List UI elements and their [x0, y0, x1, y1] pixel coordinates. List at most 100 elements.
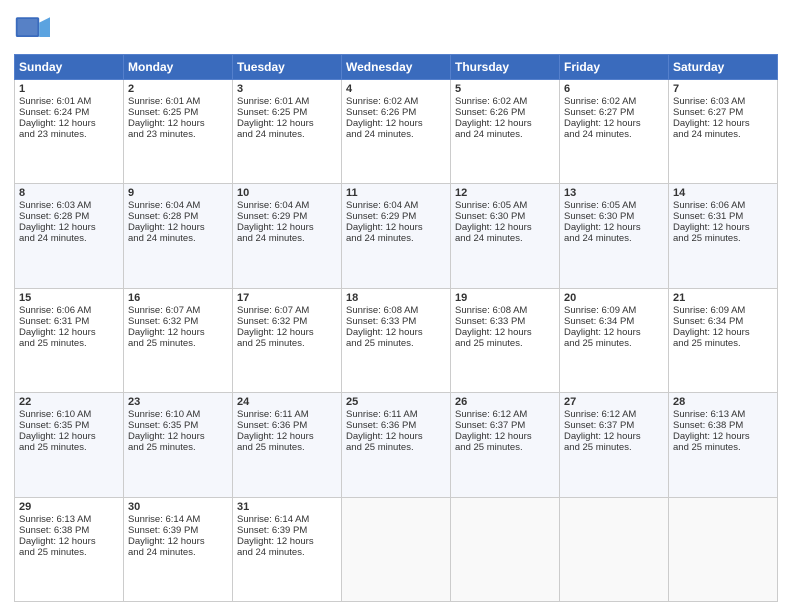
day-info-line: and 25 minutes.	[19, 442, 119, 453]
calendar-week-row: 15Sunrise: 6:06 AMSunset: 6:31 PMDayligh…	[15, 288, 778, 392]
day-info-line: Sunrise: 6:04 AM	[346, 200, 446, 211]
day-info-line: and 25 minutes.	[346, 338, 446, 349]
day-number: 24	[237, 396, 337, 408]
calendar-day-cell	[342, 497, 451, 601]
day-info-line: Daylight: 12 hours	[19, 118, 119, 129]
day-info-line: Sunset: 6:30 PM	[564, 211, 664, 222]
day-info-line: Sunrise: 6:07 AM	[128, 305, 228, 316]
calendar-header-row: SundayMondayTuesdayWednesdayThursdayFrid…	[15, 55, 778, 80]
header	[14, 10, 778, 46]
day-number: 15	[19, 292, 119, 304]
day-info-line: Sunset: 6:39 PM	[237, 525, 337, 536]
calendar-day-cell: 19Sunrise: 6:08 AMSunset: 6:33 PMDayligh…	[451, 288, 560, 392]
calendar-header-cell: Friday	[560, 55, 669, 80]
day-number: 18	[346, 292, 446, 304]
day-info-line: Sunrise: 6:10 AM	[128, 409, 228, 420]
day-number: 28	[673, 396, 773, 408]
day-number: 30	[128, 501, 228, 513]
day-info-line: Sunset: 6:28 PM	[19, 211, 119, 222]
calendar-day-cell: 25Sunrise: 6:11 AMSunset: 6:36 PMDayligh…	[342, 393, 451, 497]
day-info-line: Sunset: 6:37 PM	[455, 420, 555, 431]
day-info-line: Sunset: 6:36 PM	[346, 420, 446, 431]
day-number: 5	[455, 83, 555, 95]
day-info-line: and 24 minutes.	[19, 233, 119, 244]
day-info-line: and 25 minutes.	[128, 442, 228, 453]
day-info-line: Sunset: 6:29 PM	[346, 211, 446, 222]
calendar-header-cell: Wednesday	[342, 55, 451, 80]
calendar-day-cell: 12Sunrise: 6:05 AMSunset: 6:30 PMDayligh…	[451, 184, 560, 288]
day-info-line: and 25 minutes.	[455, 442, 555, 453]
day-number: 11	[346, 187, 446, 199]
day-number: 27	[564, 396, 664, 408]
page: SundayMondayTuesdayWednesdayThursdayFrid…	[0, 0, 792, 612]
day-info-line: Sunset: 6:31 PM	[19, 316, 119, 327]
calendar-day-cell	[560, 497, 669, 601]
day-info-line: and 24 minutes.	[128, 233, 228, 244]
day-number: 7	[673, 83, 773, 95]
calendar-day-cell: 11Sunrise: 6:04 AMSunset: 6:29 PMDayligh…	[342, 184, 451, 288]
day-info-line: Sunrise: 6:11 AM	[346, 409, 446, 420]
day-info-line: Daylight: 12 hours	[237, 222, 337, 233]
day-info-line: Daylight: 12 hours	[346, 431, 446, 442]
day-info-line: and 24 minutes.	[673, 129, 773, 140]
day-info-line: Daylight: 12 hours	[455, 431, 555, 442]
day-info-line: Sunrise: 6:14 AM	[128, 514, 228, 525]
day-number: 29	[19, 501, 119, 513]
calendar-day-cell: 7Sunrise: 6:03 AMSunset: 6:27 PMDaylight…	[669, 80, 778, 184]
day-info-line: Sunset: 6:26 PM	[346, 107, 446, 118]
day-info-line: and 25 minutes.	[673, 338, 773, 349]
day-info-line: Daylight: 12 hours	[128, 431, 228, 442]
day-info-line: Daylight: 12 hours	[673, 431, 773, 442]
day-info-line: Sunrise: 6:06 AM	[673, 200, 773, 211]
day-info-line: Sunset: 6:36 PM	[237, 420, 337, 431]
day-info-line: Daylight: 12 hours	[564, 222, 664, 233]
calendar-day-cell: 26Sunrise: 6:12 AMSunset: 6:37 PMDayligh…	[451, 393, 560, 497]
day-info-line: and 25 minutes.	[128, 338, 228, 349]
day-info-line: Sunrise: 6:13 AM	[673, 409, 773, 420]
day-number: 3	[237, 83, 337, 95]
day-number: 10	[237, 187, 337, 199]
day-number: 14	[673, 187, 773, 199]
calendar-day-cell: 2Sunrise: 6:01 AMSunset: 6:25 PMDaylight…	[124, 80, 233, 184]
calendar-header-cell: Sunday	[15, 55, 124, 80]
calendar-header-cell: Monday	[124, 55, 233, 80]
day-info-line: Daylight: 12 hours	[455, 327, 555, 338]
day-number: 16	[128, 292, 228, 304]
day-info-line: Sunset: 6:35 PM	[128, 420, 228, 431]
day-number: 21	[673, 292, 773, 304]
calendar-day-cell: 21Sunrise: 6:09 AMSunset: 6:34 PMDayligh…	[669, 288, 778, 392]
day-info-line: Sunset: 6:30 PM	[455, 211, 555, 222]
day-info-line: Sunset: 6:34 PM	[673, 316, 773, 327]
day-info-line: and 25 minutes.	[19, 547, 119, 558]
day-info-line: Sunrise: 6:11 AM	[237, 409, 337, 420]
day-info-line: Daylight: 12 hours	[673, 118, 773, 129]
day-number: 22	[19, 396, 119, 408]
day-info-line: and 25 minutes.	[673, 442, 773, 453]
day-info-line: Sunset: 6:28 PM	[128, 211, 228, 222]
calendar-day-cell: 16Sunrise: 6:07 AMSunset: 6:32 PMDayligh…	[124, 288, 233, 392]
day-info-line: and 25 minutes.	[564, 442, 664, 453]
calendar-week-row: 22Sunrise: 6:10 AMSunset: 6:35 PMDayligh…	[15, 393, 778, 497]
calendar-day-cell	[669, 497, 778, 601]
logo	[14, 10, 54, 46]
day-info-line: Sunrise: 6:01 AM	[128, 96, 228, 107]
day-info-line: and 24 minutes.	[237, 547, 337, 558]
day-info-line: and 24 minutes.	[237, 129, 337, 140]
day-info-line: Daylight: 12 hours	[128, 327, 228, 338]
day-info-line: Sunset: 6:27 PM	[673, 107, 773, 118]
calendar-day-cell: 24Sunrise: 6:11 AMSunset: 6:36 PMDayligh…	[233, 393, 342, 497]
day-info-line: Sunset: 6:29 PM	[237, 211, 337, 222]
calendar-week-row: 8Sunrise: 6:03 AMSunset: 6:28 PMDaylight…	[15, 184, 778, 288]
day-info-line: Daylight: 12 hours	[237, 536, 337, 547]
day-info-line: Daylight: 12 hours	[346, 327, 446, 338]
day-info-line: and 24 minutes.	[346, 233, 446, 244]
day-info-line: Sunset: 6:34 PM	[564, 316, 664, 327]
day-info-line: Sunset: 6:25 PM	[237, 107, 337, 118]
day-info-line: and 24 minutes.	[455, 233, 555, 244]
day-info-line: Sunrise: 6:09 AM	[564, 305, 664, 316]
calendar-day-cell	[451, 497, 560, 601]
day-info-line: and 25 minutes.	[19, 338, 119, 349]
day-info-line: Sunrise: 6:07 AM	[237, 305, 337, 316]
day-info-line: Sunset: 6:25 PM	[128, 107, 228, 118]
day-info-line: Daylight: 12 hours	[128, 536, 228, 547]
